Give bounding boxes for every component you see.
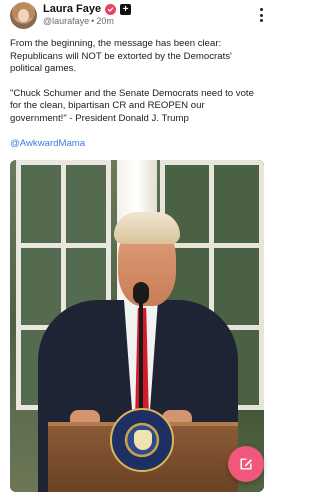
presidential-seal-icon xyxy=(110,408,174,472)
author-meta: @laurafaye • 20m xyxy=(43,16,114,26)
more-options-icon[interactable] xyxy=(260,8,264,22)
seal-eagle xyxy=(134,430,152,450)
avatar-face xyxy=(18,9,29,22)
plus-icon: + xyxy=(120,3,132,15)
compose-button[interactable] xyxy=(228,446,264,482)
post-media-video[interactable] xyxy=(10,160,264,492)
more-dot xyxy=(260,19,263,22)
compose-icon xyxy=(240,458,252,470)
more-dot xyxy=(260,13,263,17)
microphone-stand xyxy=(139,290,143,420)
mention-link[interactable]: @AwkwardMama xyxy=(10,138,85,149)
author-display-name[interactable]: Laura Faye xyxy=(43,3,101,15)
avatar[interactable] xyxy=(10,2,37,29)
post-header: Laura Faye + @laurafaye • 20m xyxy=(10,2,266,30)
window-mullion xyxy=(21,243,106,248)
window-mullion xyxy=(165,243,259,248)
post-timestamp: 20m xyxy=(96,16,114,26)
microphone-icon xyxy=(133,282,149,304)
post-body: From the beginning, the message has been… xyxy=(10,38,264,162)
author-name-row: Laura Faye + xyxy=(43,2,132,16)
verified-icon xyxy=(105,3,117,15)
author-handle[interactable]: @laurafaye xyxy=(43,16,89,26)
post-paragraph: "Chuck Schumer and the Senate Democrats … xyxy=(10,87,257,124)
post-paragraph: From the beginning, the message has been… xyxy=(10,38,235,75)
meta-separator: • xyxy=(91,16,95,26)
more-dot xyxy=(260,8,263,11)
speaker-hair xyxy=(114,212,180,244)
